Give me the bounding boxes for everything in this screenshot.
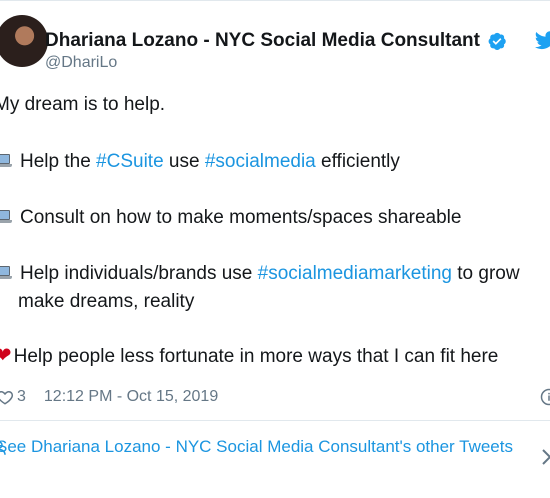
chevron-right-icon[interactable] [540, 447, 550, 467]
tweet-line: make dreams, reality [18, 290, 194, 314]
like-count[interactable]: 3 [17, 388, 26, 406]
verified-badge-icon [488, 32, 506, 50]
tweet-line: Help individuals/brands use #socialmedia… [0, 262, 520, 286]
text-segment: efficiently [315, 151, 400, 172]
see-other-tweets-link[interactable]: See Dhariana Lozano - NYC Social Media C… [0, 435, 516, 459]
text-segment: My dream is to help. [0, 94, 166, 115]
heart-icon: ❤ [0, 344, 12, 367]
twitter-bird-icon[interactable] [533, 29, 550, 51]
text-segment: use [163, 151, 205, 172]
hashtag-link[interactable]: #CSuite [96, 151, 164, 172]
hashtag-link[interactable]: #socialmedia [205, 151, 316, 172]
hashtag-link[interactable]: #socialmediamarketing [258, 263, 452, 284]
text-segment: to grow [451, 263, 520, 284]
heart-outline-icon[interactable] [0, 388, 14, 406]
author-handle[interactable]: @DhariLo [45, 54, 117, 72]
text-segment: Consult on how to make moments/spaces sh… [20, 207, 462, 228]
avatar[interactable] [0, 15, 48, 67]
display-name[interactable]: Dhariana Lozano - NYC Social Media Consu… [45, 30, 480, 52]
timestamp[interactable]: 12:12 PM - Oct 15, 2019 [44, 388, 218, 406]
laptop-icon [0, 154, 12, 168]
text-segment: Help people less fortunate in more ways … [13, 346, 499, 367]
tweet-line: Help the #CSuite use #socialmedia effici… [0, 150, 400, 174]
laptop-icon [0, 266, 12, 280]
tweet-line: Consult on how to make moments/spaces sh… [0, 206, 461, 230]
author-name-row[interactable]: Dhariana Lozano - NYC Social Media Consu… [45, 29, 507, 53]
text-segment: make dreams, reality [18, 291, 195, 312]
tweet-line: ❤ Help people less fortunate in more ways… [0, 344, 498, 369]
text-segment: Help individuals/brands use [20, 263, 258, 284]
text-segment: Help the [20, 151, 97, 172]
laptop-icon [0, 210, 12, 224]
info-icon[interactable] [540, 388, 550, 406]
tweet-meta: 3 12:12 PM - Oct 15, 2019 [0, 385, 218, 409]
tweet-line: My dream is to help. [0, 93, 165, 117]
embedded-tweet-card: Dhariana Lozano - NYC Social Media Consu… [0, 0, 550, 498]
divider [0, 420, 550, 421]
